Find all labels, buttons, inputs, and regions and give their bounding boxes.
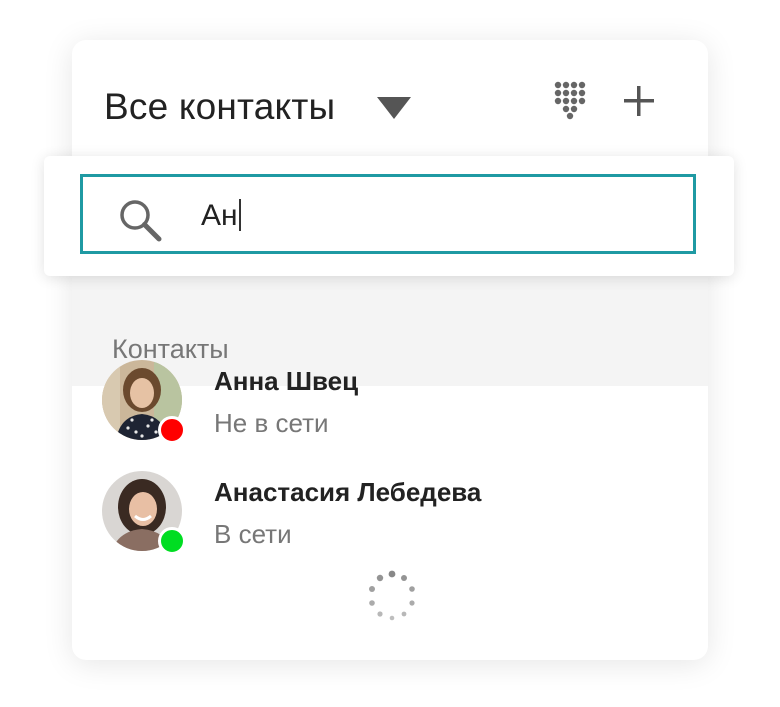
dialpad-button[interactable] [552,80,588,120]
search-panel: Ан [44,156,734,276]
search-icon [120,200,162,242]
contact-status: Не в сети [214,408,329,438]
spinner-icon [366,570,418,622]
dialpad-icon [554,81,586,120]
contact-item-anastasia-lebedeva[interactable]: Анастасия Лебедева В сети [72,471,708,571]
search-input[interactable]: Ан [201,199,241,233]
contact-item-anna-shvets[interactable]: Анна Швец Не в сети [72,360,708,460]
panel-header: Все контакты [72,40,708,160]
contacts-filter-title[interactable]: Все контакты [104,86,335,128]
caret-down-icon[interactable] [377,97,411,119]
contact-name: Анна Швец [214,366,359,396]
text-cursor [238,199,241,231]
search-field[interactable]: Ан [80,174,696,254]
contact-status: В сети [214,519,292,549]
contact-name: Анастасия Лебедева [214,477,482,507]
contacts-panel: Все контакты Контакты Анна Швец Не в сет… [72,40,708,660]
add-contact-button[interactable] [620,82,658,120]
online-status-indicator [158,527,186,555]
search-input-value: Ан [201,199,238,232]
offline-status-indicator [158,416,186,444]
section-label: Контакты [112,334,229,364]
plus-icon [624,86,654,116]
